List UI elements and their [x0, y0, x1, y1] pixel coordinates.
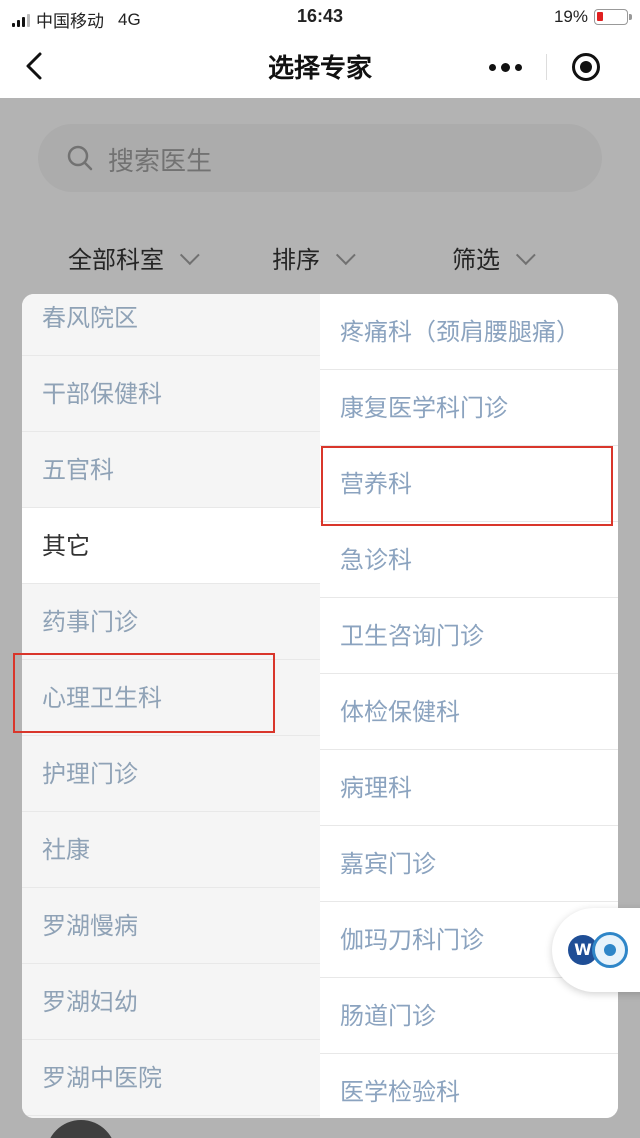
clock: 16:43	[296, 6, 344, 26]
battery-percent: 19%	[553, 7, 588, 26]
department-list: 疼痛科（颈肩腰腿痛） 康复医学科门诊 营养科 急诊科 卫生咨询门诊 体检保健科 …	[320, 294, 618, 1118]
battery-group: 19%	[553, 7, 632, 27]
department-item[interactable]: 肠道门诊	[320, 978, 618, 1054]
category-item[interactable]: 罗湖妇幼	[22, 964, 320, 1040]
department-item[interactable]: 急诊科	[320, 522, 618, 598]
category-item[interactable]: 罗湖中医院	[22, 1040, 320, 1116]
category-item[interactable]: 药事门诊	[22, 584, 320, 660]
department-item[interactable]: 医学检验科	[320, 1054, 618, 1118]
department-item[interactable]: 疼痛科（颈肩腰腿痛）	[320, 294, 618, 370]
status-bar: 中国移动 4G 16:43 19%	[0, 0, 640, 34]
category-item[interactable]: 五官科	[22, 432, 320, 508]
department-item[interactable]: 体检保健科	[320, 674, 618, 750]
hospital-emblem-icon	[592, 932, 628, 968]
mini-program-capsule	[466, 44, 626, 90]
category-item[interactable]: 社康	[22, 812, 320, 888]
nav-bar: 选择专家	[0, 34, 640, 98]
highlight-box-mental-health	[13, 653, 275, 733]
department-item[interactable]: 卫生咨询门诊	[320, 598, 618, 674]
department-item[interactable]: 病理科	[320, 750, 618, 826]
department-item[interactable]: 嘉宾门诊	[320, 826, 618, 902]
close-miniprogram-icon[interactable]	[547, 44, 627, 90]
more-options-icon[interactable]	[466, 44, 546, 90]
category-item[interactable]: 春风院区	[22, 294, 320, 356]
department-item[interactable]: 康复医学科门诊	[320, 370, 618, 446]
battery-icon	[594, 9, 632, 25]
floating-service-button[interactable]: W	[552, 908, 640, 992]
category-item-selected[interactable]: 其它	[22, 508, 320, 584]
category-item[interactable]: 罗湖慢病	[22, 888, 320, 964]
category-item[interactable]: 护理门诊	[22, 736, 320, 812]
highlight-box-nutrition	[321, 446, 613, 526]
category-item[interactable]: 干部保健科	[22, 356, 320, 432]
